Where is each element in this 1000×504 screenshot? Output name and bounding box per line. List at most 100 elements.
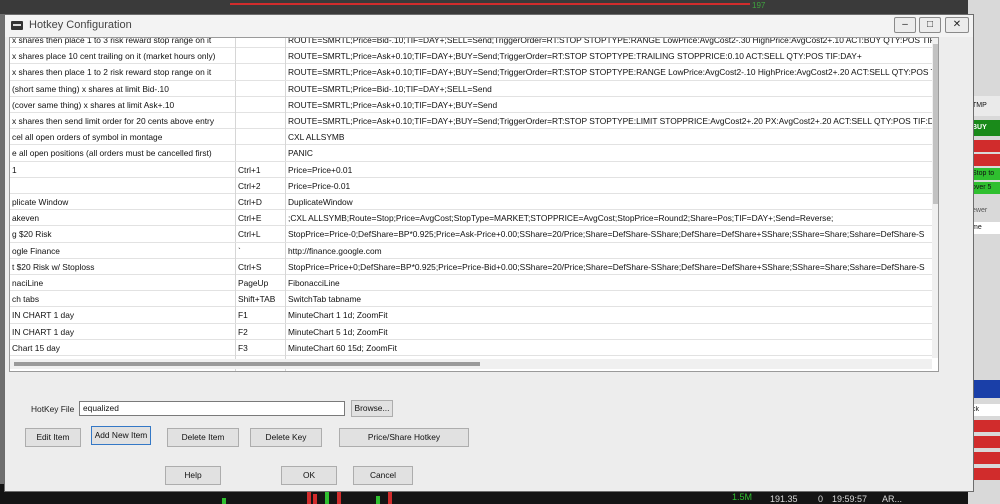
hotkey-row[interactable]: Ctrl+2 Price=Price-0.01 — [10, 177, 936, 194]
chart-volume-bar — [313, 494, 317, 504]
background-price-line — [230, 3, 750, 5]
hotkey-row[interactable]: naciLine PageUp FibonacciLine — [10, 275, 936, 292]
hotkey-script-cell: ROUTE=SMRTL;Price=Ask+0.10;TIF=DAY+;BUY=… — [288, 51, 862, 62]
hotkey-row[interactable]: x shares place 10 cent trailing on it (m… — [10, 48, 936, 65]
hotkey-file-input[interactable]: equalized — [79, 401, 345, 416]
hotkey-description-cell: IN CHART 1 day — [10, 323, 236, 340]
chart-volume-bar — [307, 490, 311, 504]
hotkey-description-cell: (cover same thing) x shares at limit Ask… — [10, 96, 236, 113]
dialog-titlebar[interactable]: Hotkey Configuration – □ ✕ — [5, 15, 973, 37]
hotkey-key-cell: Shift+TAB — [236, 291, 286, 308]
hotkey-key-cell: Ctrl+2 — [236, 177, 286, 194]
hotkey-key-cell — [236, 129, 286, 146]
hotkey-description-cell — [10, 177, 236, 194]
maximize-button[interactable]: □ — [919, 17, 941, 33]
hotkey-description-cell: cel all open orders of symbol in montage — [10, 129, 236, 146]
hotkey-key-cell: Ctrl+1 — [236, 161, 286, 178]
hotkey-script-cell: ;CXL ALLSYMB;Route=Stop;Price=AvgCost;St… — [288, 213, 834, 224]
horizontal-scrollbar-thumb[interactable] — [14, 362, 480, 366]
hotkey-key-cell: F1 — [236, 307, 286, 324]
hotkey-key-cell — [236, 38, 286, 48]
chart-volume-bar — [222, 498, 226, 504]
ok-button[interactable]: OK — [281, 466, 337, 485]
hotkey-script-cell: ROUTE=SMRTL;Price=Ask+0.10;TIF=DAY+;BUY=… — [288, 116, 932, 126]
hotkey-script-cell: MinuteChart 60 15d; ZoomFit — [288, 342, 397, 353]
hotkey-script-cell: MinuteChart 5 1d; ZoomFit — [288, 326, 388, 337]
close-button[interactable]: ✕ — [945, 17, 969, 33]
hotkey-row[interactable]: (cover same thing) x shares at limit Ask… — [10, 96, 936, 113]
hotkey-script-cell: DuplicateWindow — [288, 197, 353, 207]
help-button[interactable]: Help — [165, 466, 221, 485]
hotkey-row[interactable]: IN CHART 1 day F1 MinuteChart 1 1d; ZoomFi… — [10, 307, 936, 324]
hotkey-description-cell: plicate Window — [10, 194, 236, 210]
hotkey-row[interactable]: x shares then place 1 to 2 risk reward s… — [10, 64, 936, 81]
background-price-text: 191.35 — [770, 494, 798, 504]
chart-volume-bar — [376, 496, 380, 504]
background-exchange-text: AR... — [882, 494, 903, 504]
background-size-text: 0 — [818, 494, 824, 504]
browse-button[interactable]: Browse... — [351, 400, 393, 417]
hotkey-configuration-dialog: Hotkey Configuration – □ ✕ x shares then… — [4, 14, 974, 492]
vertical-scrollbar-thumb[interactable] — [933, 44, 938, 204]
vertical-scrollbar[interactable] — [932, 38, 938, 358]
hotkey-script-cell: ROUTE=SMRTL;Price=Bid-.10;TIF=DAY+;SELL=… — [288, 37, 932, 45]
minimize-button[interactable]: – — [894, 17, 916, 33]
hotkey-description-cell: ch tabs — [10, 291, 236, 308]
background-volume-text: 1.5M — [732, 492, 753, 502]
hotkey-key-cell — [236, 145, 286, 162]
hotkey-description-cell: t $20 Risk w/ Stoploss — [10, 258, 236, 275]
hotkey-key-cell: Ctrl+S — [236, 258, 286, 275]
chart-volume-bar — [325, 492, 329, 504]
hotkey-row[interactable]: plicate Window Ctrl+D DuplicateWindow — [10, 194, 936, 211]
hotkey-script-cell: SwitchTab tabname — [288, 294, 362, 305]
hotkey-row[interactable]: (short same thing) x shares at limit Bid… — [10, 80, 936, 97]
price-share-hotkey-button[interactable]: Price/Share Hotkey — [339, 428, 469, 447]
hotkey-key-cell — [236, 48, 286, 65]
hotkey-key-cell: Ctrl+D — [236, 194, 286, 210]
hotkey-file-label: HotKey File — [31, 404, 75, 414]
hotkey-row[interactable]: cel all open orders of symbol in montage… — [10, 129, 936, 146]
hotkey-script-cell: Price=Price+0.01 — [288, 164, 353, 175]
hotkey-key-cell — [236, 113, 286, 129]
hotkey-description-cell: ogle Finance — [10, 242, 236, 259]
add-new-item-button[interactable]: Add New Item — [91, 426, 151, 445]
hotkey-description-cell: x shares then send limit order for 20 ce… — [10, 113, 236, 129]
dialog-title: Hotkey Configuration — [29, 19, 132, 31]
delete-key-button[interactable]: Delete Key — [250, 428, 322, 447]
hotkey-row[interactable]: x shares then send limit order for 20 ce… — [10, 113, 936, 130]
hotkey-key-cell: Ctrl+E — [236, 210, 286, 227]
hotkey-list[interactable]: x shares then place 1 to 3 risk reward s… — [9, 37, 939, 372]
hotkey-description-cell: IN CHART 1 day — [10, 307, 236, 324]
hotkey-description-cell: Chart 15 day — [10, 339, 236, 356]
hotkey-row[interactable]: Chart 15 day F3 MinuteChart 60 15d; ZoomFi… — [10, 339, 936, 356]
hotkey-row[interactable]: ch tabs Shift+TAB SwitchTab tabname — [10, 291, 936, 308]
hotkey-script-cell: MinuteChart 1 1d; ZoomFit — [288, 310, 388, 321]
background-time-text: 19:59:57 — [832, 494, 868, 504]
chart-volume-bar — [388, 492, 392, 504]
hotkey-key-cell: F2 — [236, 323, 286, 340]
hotkey-description-cell: e all open positions (all orders must be… — [10, 145, 236, 162]
edit-item-button[interactable]: Edit Item — [25, 428, 81, 447]
hotkey-row[interactable]: akeven Ctrl+E ;CXL ALLSYMB;Route=Stop;Pric… — [10, 210, 936, 227]
hotkey-row[interactable]: x shares then place 1 to 3 risk reward s… — [10, 37, 936, 49]
horizontal-scrollbar[interactable] — [10, 359, 932, 369]
hotkey-row[interactable]: IN CHART 1 day F2 MinuteChart 5 1d; ZoomFi… — [10, 323, 936, 340]
hotkey-description-cell: naciLine — [10, 275, 236, 291]
hotkey-row[interactable]: t $20 Risk w/ Stoploss Ctrl+S StopPrice=Pr… — [10, 258, 936, 275]
hotkey-script-cell: PANIC — [288, 148, 313, 159]
hotkey-description-cell: (short same thing) x shares at limit Bid… — [10, 80, 236, 97]
hotkey-row[interactable]: ogle Finance ` http://finance.google.com — [10, 242, 936, 259]
hotkey-key-cell: F3 — [236, 339, 286, 356]
cancel-button[interactable]: Cancel — [353, 466, 413, 485]
delete-item-button[interactable]: Delete Item — [167, 428, 239, 447]
hotkey-script-cell: StopPrice=Price-0;DefShare=BP*0.925;Pric… — [288, 229, 925, 240]
hotkey-key-cell: ` — [236, 242, 286, 259]
app-icon — [11, 21, 23, 30]
hotkey-row[interactable]: g $20 Risk Ctrl+L StopPrice=Price-0;DefSha… — [10, 226, 936, 243]
hotkey-row[interactable]: e all open positions (all orders must be… — [10, 145, 936, 162]
hotkey-description-cell: 1 — [10, 161, 236, 178]
hotkey-row[interactable]: 1 Ctrl+1 Price=Price+0.01 — [10, 161, 936, 178]
hotkey-description-cell: x shares place 10 cent trailing on it (m… — [10, 48, 236, 65]
hotkey-script-cell: http://finance.google.com — [288, 245, 382, 256]
hotkey-description-cell: x shares then place 1 to 2 risk reward s… — [10, 64, 236, 81]
